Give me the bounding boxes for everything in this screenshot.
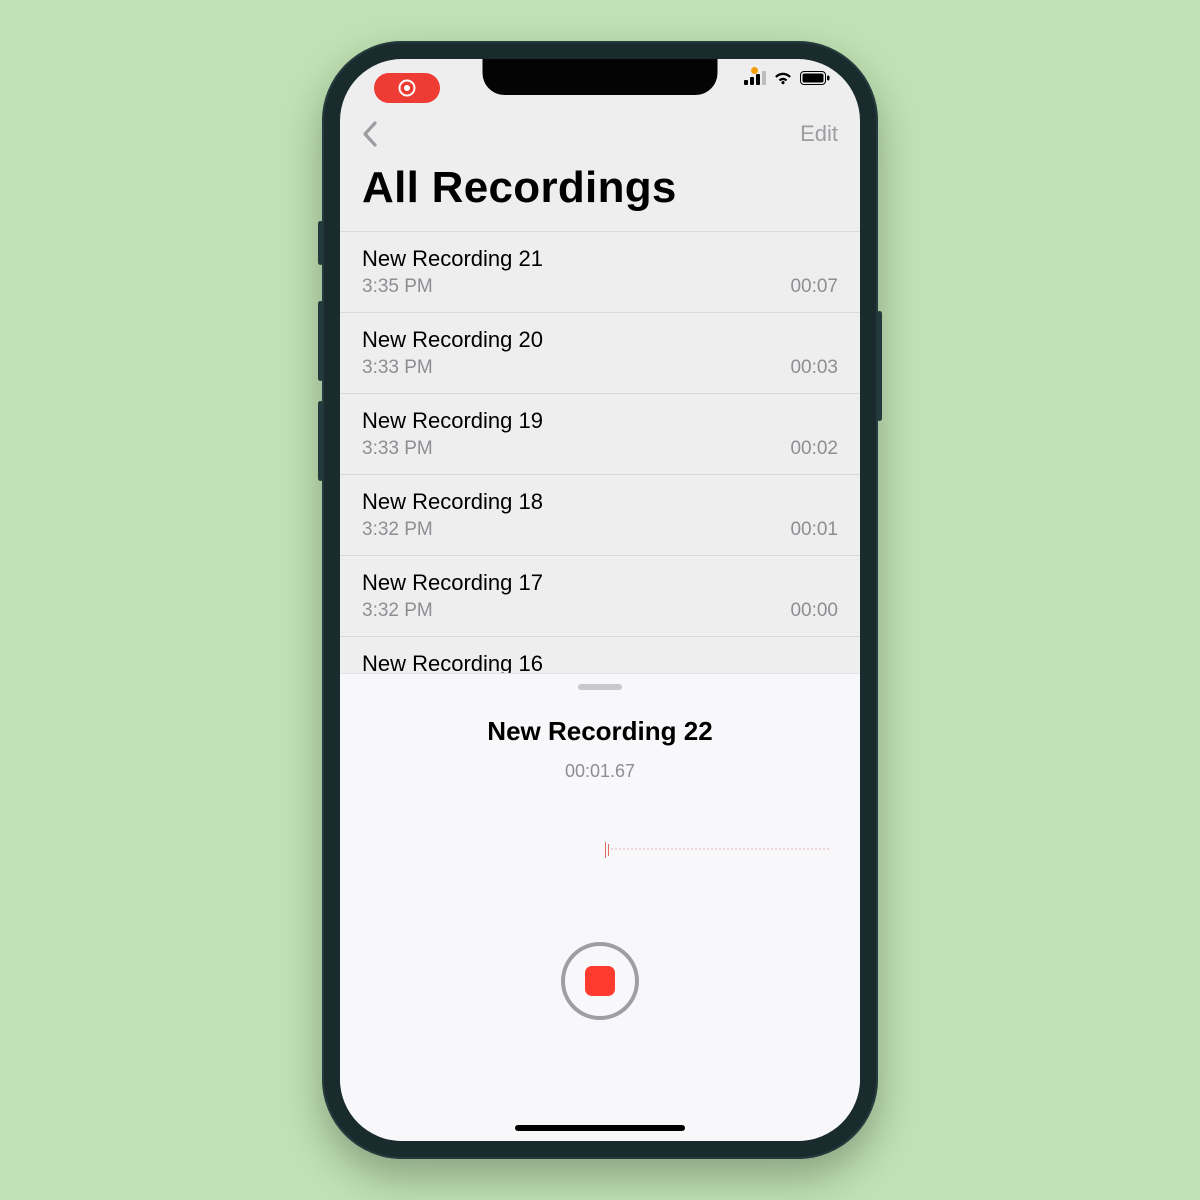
recording-duration: 00:03 bbox=[790, 357, 838, 379]
recording-row[interactable]: New Recording 20 3:33 PM 00:03 bbox=[340, 313, 860, 394]
recording-time: 3:33 PM bbox=[362, 357, 433, 379]
volume-down-button bbox=[318, 401, 323, 481]
edit-button[interactable]: Edit bbox=[800, 121, 838, 147]
recording-time: 3:32 PM bbox=[362, 600, 433, 622]
cellular-signal-icon bbox=[744, 71, 766, 85]
page-title: All Recordings bbox=[340, 157, 860, 231]
stop-recording-button[interactable] bbox=[561, 942, 639, 1020]
back-button[interactable] bbox=[362, 121, 378, 147]
recordings-list[interactable]: New Recording 21 3:35 PM 00:07 New Recor… bbox=[340, 231, 860, 673]
recording-row[interactable]: New Recording 17 3:32 PM 00:00 bbox=[340, 556, 860, 637]
power-button bbox=[877, 311, 882, 421]
waveform[interactable] bbox=[340, 828, 860, 872]
waveform-sample bbox=[608, 844, 609, 856]
recording-name: New Recording 16 bbox=[362, 651, 838, 673]
recording-row[interactable]: New Recording 19 3:33 PM 00:02 bbox=[340, 394, 860, 475]
wifi-icon bbox=[773, 71, 793, 85]
recording-name: New Recording 21 bbox=[362, 246, 838, 272]
notch bbox=[483, 59, 718, 95]
recording-duration: 00:02 bbox=[790, 438, 838, 460]
sheet-grabber[interactable] bbox=[578, 684, 622, 690]
record-icon bbox=[397, 78, 417, 98]
recording-indicator-pill[interactable] bbox=[374, 73, 440, 103]
stop-icon bbox=[585, 966, 615, 996]
recording-duration: 00:07 bbox=[790, 276, 838, 298]
elapsed-time: 00:01.67 bbox=[565, 761, 635, 782]
volume-up-button bbox=[318, 301, 323, 381]
recording-name: New Recording 19 bbox=[362, 408, 838, 434]
recording-row[interactable]: New Recording 21 3:35 PM 00:07 bbox=[340, 232, 860, 313]
recording-row[interactable]: New Recording 16 bbox=[340, 637, 860, 673]
recording-name: New Recording 20 bbox=[362, 327, 838, 353]
waveform-baseline bbox=[610, 848, 828, 850]
phone-frame: Edit All Recordings New Recording 21 3:3… bbox=[322, 41, 878, 1159]
recording-time: 3:35 PM bbox=[362, 276, 433, 298]
recording-name: New Recording 17 bbox=[362, 570, 838, 596]
recording-time: 3:33 PM bbox=[362, 438, 433, 460]
recording-sheet[interactable]: New Recording 22 00:01.67 bbox=[340, 673, 860, 1141]
battery-icon bbox=[800, 71, 830, 85]
recording-duration: 00:01 bbox=[790, 519, 838, 541]
home-indicator[interactable] bbox=[515, 1125, 685, 1131]
active-recording-title: New Recording 22 bbox=[487, 716, 712, 747]
chevron-left-icon bbox=[362, 121, 378, 147]
nav-bar: Edit bbox=[340, 111, 860, 157]
waveform-sample bbox=[605, 842, 606, 858]
mute-switch bbox=[318, 221, 323, 265]
recording-time: 3:32 PM bbox=[362, 519, 433, 541]
screen: Edit All Recordings New Recording 21 3:3… bbox=[340, 59, 860, 1141]
recording-name: New Recording 18 bbox=[362, 489, 838, 515]
recording-row[interactable]: New Recording 18 3:32 PM 00:01 bbox=[340, 475, 860, 556]
recording-duration: 00:00 bbox=[790, 600, 838, 622]
